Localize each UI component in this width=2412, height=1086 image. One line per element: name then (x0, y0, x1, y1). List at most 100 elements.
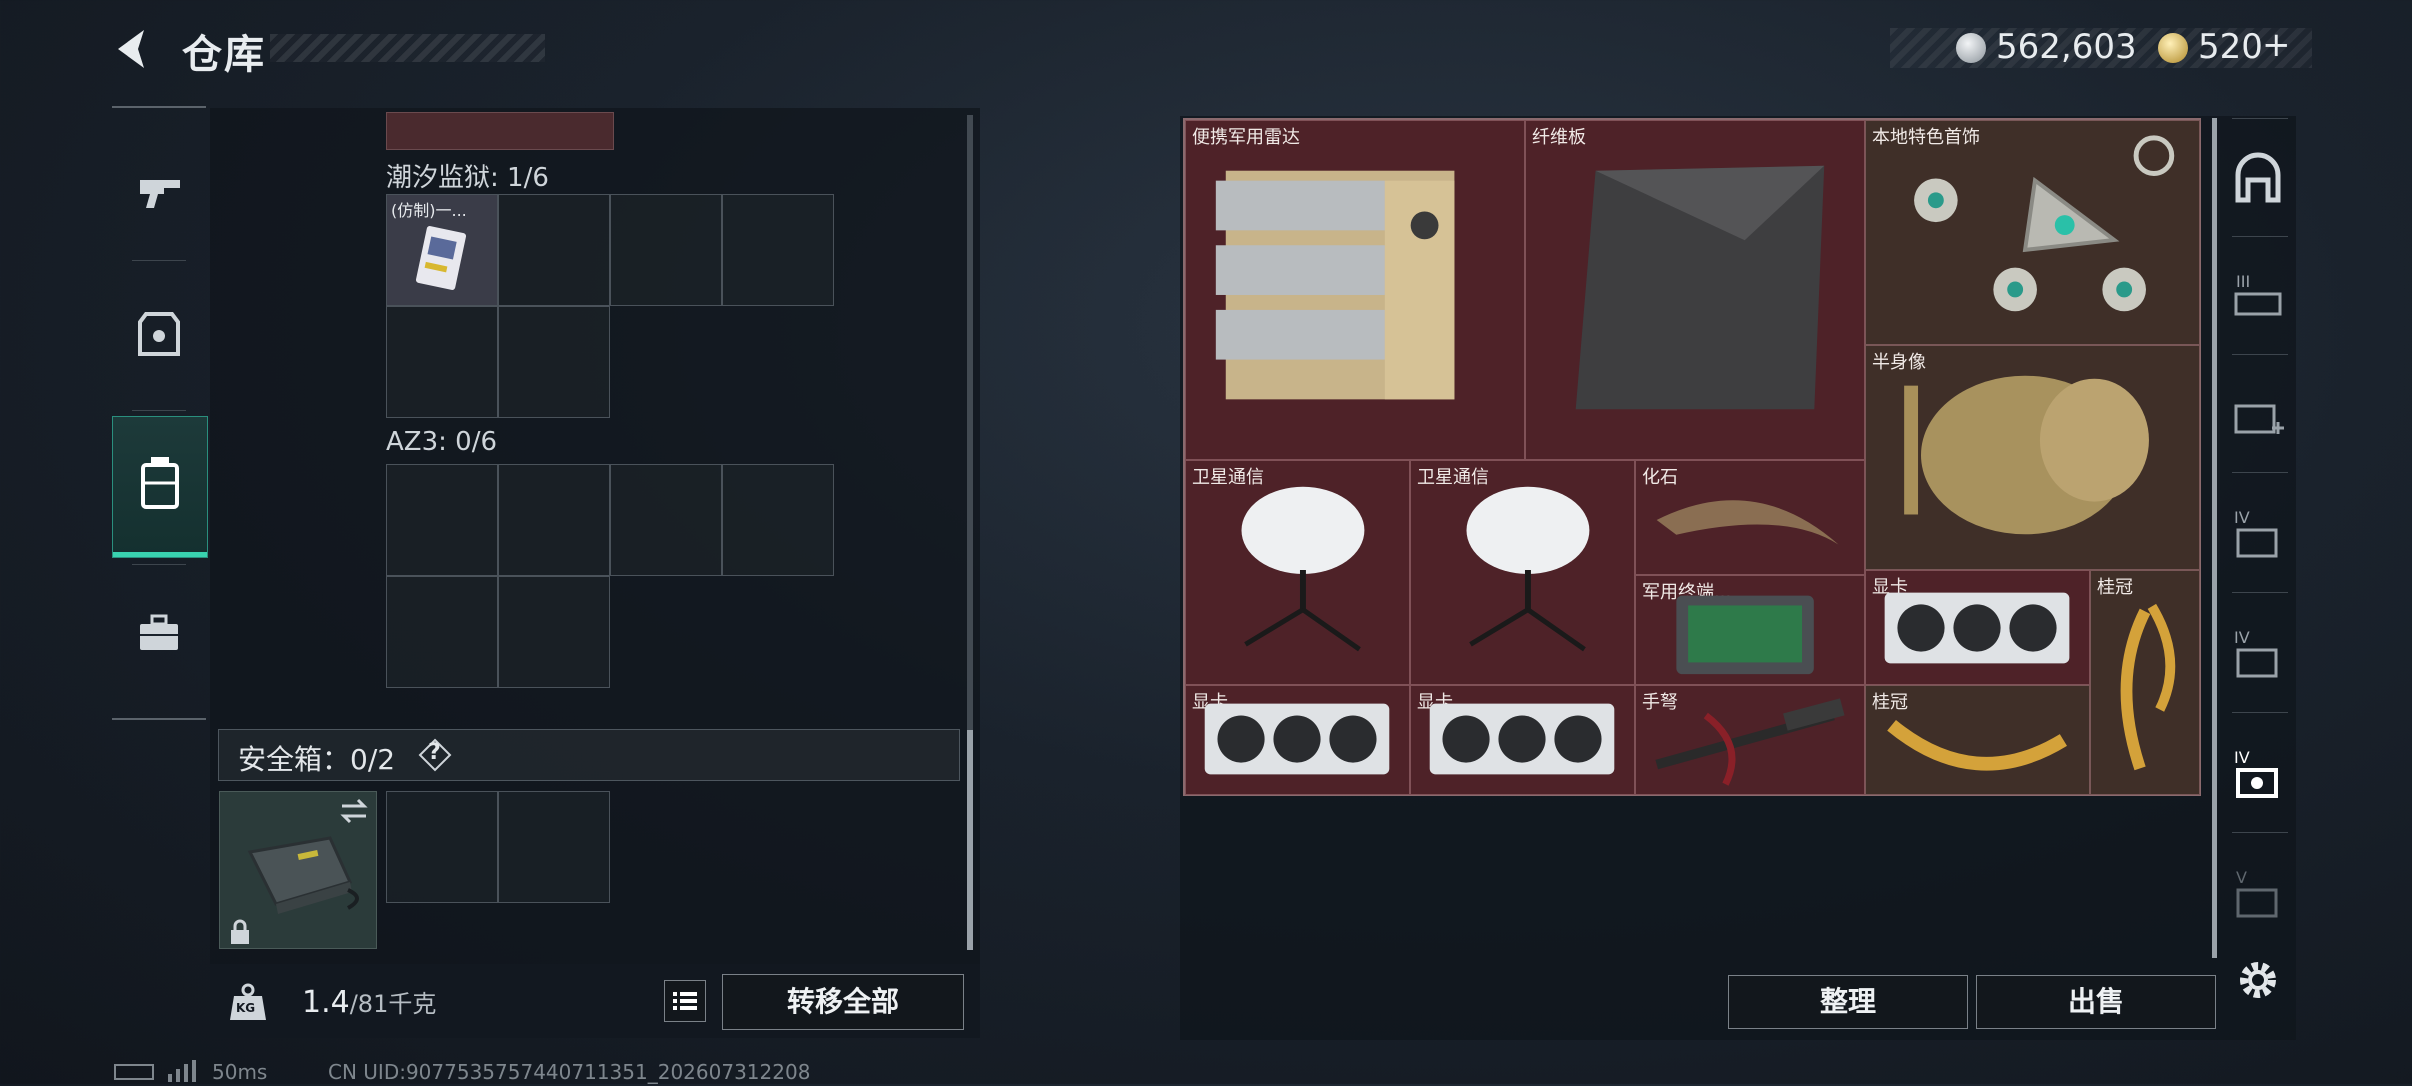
loot-item-gpu-2[interactable]: 显卡 (1185, 685, 1410, 795)
laurel-wreath-icon (1887, 719, 2067, 771)
loot-item-bust[interactable]: 半身像 (1865, 345, 2200, 570)
tidal-prison-label: 潮汐监狱: 1/6 (386, 163, 549, 193)
tab-storage-iv-b[interactable]: IV (2228, 626, 2288, 686)
fossil-claw-icon (1656, 500, 1839, 545)
tab-backpack[interactable] (112, 416, 208, 558)
grid-slot[interactable] (498, 464, 610, 576)
list-view-button[interactable] (664, 980, 706, 1022)
page-title: 仓库 (182, 32, 266, 78)
tab-level-label: III (2236, 272, 2251, 291)
tab-level-label: IV (2234, 508, 2250, 527)
tab-weapons[interactable] (112, 110, 206, 250)
grid-slot[interactable] (386, 791, 498, 903)
tab-armor[interactable] (112, 262, 206, 402)
loot-item-gpu-1[interactable]: 显卡 (1865, 570, 2090, 685)
crossbow-icon (1655, 698, 1845, 786)
radar-icon (1215, 170, 1455, 400)
gear-icon (2240, 962, 2276, 998)
jewelry-icon (1914, 135, 2175, 312)
tab-storage-iii[interactable]: III (2228, 268, 2288, 328)
weight-icon: KG (226, 980, 270, 1024)
loot-item-laurel-2[interactable]: 桂冠 (1865, 685, 2090, 795)
tidal-prison-grid: (仿制)一... (386, 194, 840, 422)
silver-coin-icon (1956, 33, 1986, 63)
safe-box-help-button[interactable]: ? (418, 738, 452, 772)
grid-slot-item[interactable]: (仿制)一... (386, 194, 498, 306)
loot-item-laurel-1[interactable]: 桂冠 (2090, 570, 2200, 795)
right-scrollbar[interactable] (2212, 118, 2217, 958)
grid-slot[interactable] (386, 464, 498, 576)
tab-level-label: IV (2234, 748, 2250, 767)
safe-box-label: 安全箱：0/2 (238, 743, 396, 776)
tab-level-label: IV (2234, 628, 2250, 647)
az3-label: AZ3: 0/6 (386, 427, 498, 457)
loot-item-jewelry[interactable]: 本地特色首饰 (1865, 120, 2200, 345)
graphics-card-icon (1884, 592, 2070, 664)
armor-icon (138, 312, 180, 356)
battery-icon (114, 1064, 154, 1080)
loot-item-fossil[interactable]: 化石 (1635, 460, 1865, 575)
grid-slot[interactable] (610, 464, 722, 576)
loot-grid: 便携军用雷达 纤维板 本地特色首饰 半身像 卫星通信 卫星通信 化石 军用终端.… (1183, 118, 2201, 796)
tab-toolbox[interactable] (112, 568, 206, 708)
list-icon (673, 992, 697, 1010)
back-button[interactable] (108, 24, 158, 74)
grid-slot[interactable] (722, 464, 834, 576)
satellite-dish-icon (1466, 486, 1590, 652)
ping-readout: 50ms (212, 1060, 268, 1084)
medical-storage-icon (2234, 404, 2284, 434)
safe-box-container-item[interactable] (219, 791, 377, 949)
grid-slot[interactable] (498, 306, 610, 418)
tab-level-label: V (2236, 868, 2247, 887)
gold-amount: 520 (2198, 27, 2263, 67)
weight-readout: 1.4/81千克 (302, 984, 436, 1020)
silver-amount: 562,603 (1996, 27, 2137, 67)
loot-item-terminal[interactable]: 军用终端... (1635, 575, 1865, 685)
backpack-icon (141, 457, 179, 509)
loot-item-satellite-2[interactable]: 卫星通信 (1410, 460, 1635, 685)
grid-slot[interactable] (386, 576, 498, 688)
safehouse-icon (2235, 152, 2281, 203)
laurel-wreath-icon (2120, 603, 2176, 771)
item-label: (仿制)一... (391, 201, 467, 220)
safe-box-grid (386, 791, 614, 905)
grid-slot[interactable] (498, 576, 610, 688)
tab-storage-iv[interactable]: IV (2228, 506, 2288, 566)
tab-medical-storage[interactable] (2228, 386, 2288, 446)
toolbox-icon (140, 614, 178, 650)
title-decoration (270, 34, 545, 62)
grid-slot[interactable] (386, 306, 498, 418)
settings-button[interactable] (2228, 950, 2288, 1010)
az3-grid (386, 464, 840, 692)
sell-button[interactable]: 出售 (1976, 975, 2216, 1029)
grid-slot[interactable] (722, 194, 834, 306)
loot-item-gpu-3[interactable]: 显卡 (1410, 685, 1635, 795)
sort-button[interactable]: 整理 (1728, 975, 1968, 1029)
tab-storage-iv-active[interactable]: IV (2228, 746, 2288, 806)
tab-safehouse[interactable] (2228, 150, 2288, 210)
transfer-all-button[interactable]: 转移全部 (722, 974, 964, 1030)
grid-slot[interactable] (498, 791, 610, 903)
swap-icon (340, 798, 368, 824)
loot-item-radar[interactable]: 便携军用雷达 (1185, 120, 1525, 460)
loot-item-satellite-1[interactable]: 卫星通信 (1185, 460, 1410, 685)
pistol-icon (140, 180, 180, 208)
partial-item-slot[interactable] (386, 112, 614, 150)
loot-item-crossbow[interactable]: 手弩 (1635, 685, 1865, 795)
category-tabbar (112, 106, 208, 720)
grid-slot[interactable] (498, 194, 610, 306)
weight-max: /81千克 (349, 990, 437, 1018)
help-glyph: ? (428, 740, 441, 765)
gold-coin-icon (2158, 33, 2188, 63)
fiberboard-icon (1575, 165, 1825, 410)
graphics-card-icon (1429, 703, 1615, 775)
weight-current: 1.4 (302, 985, 350, 1020)
gold-topup-button[interactable]: + (2262, 25, 2291, 65)
tab-storage-v[interactable]: V (2228, 866, 2288, 926)
grid-slot[interactable] (610, 194, 722, 306)
loot-item-fiberboard[interactable]: 纤维板 (1525, 120, 1865, 460)
graphics-card-icon (1204, 703, 1390, 775)
weight-icon-label: KG (236, 1001, 256, 1015)
scrollbar-thumb[interactable] (967, 730, 973, 950)
signal-icon (168, 1060, 196, 1086)
